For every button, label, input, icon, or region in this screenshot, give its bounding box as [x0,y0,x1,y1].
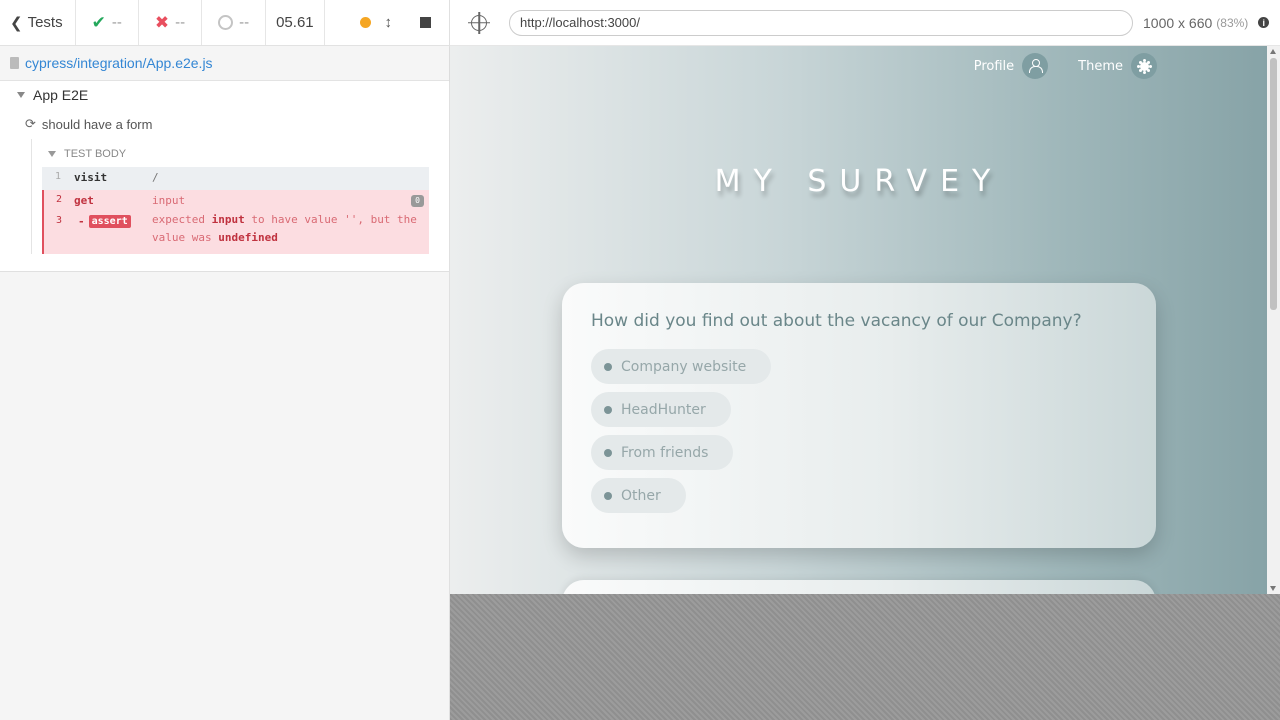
dash-marker: - [78,215,85,228]
user-icon [1029,59,1044,73]
option-label: Company website [621,358,747,375]
info-icon[interactable]: i [1258,17,1270,28]
command-name: visit [74,171,108,184]
command-message: / [152,171,159,184]
crosshair-icon[interactable] [471,14,487,31]
option-headhunter[interactable]: HeadHunter [591,392,731,427]
scroll-down-icon[interactable] [1270,586,1276,591]
test-title: should have a form [41,116,153,132]
app-topnav: Profile Theme [974,53,1157,79]
command-message: input [152,194,186,207]
pending-count: -- [202,0,267,45]
option-label: Other [621,487,661,504]
next-question-card [562,580,1156,594]
caret-down-icon [17,92,25,98]
viewport-scale: (83%) [1216,15,1249,30]
msg-part: undefined [218,231,278,244]
aut-panel: http://localhost:3000/ 1000 x 660 (83%) … [450,0,1280,720]
scroll-up-icon[interactable] [1270,49,1276,54]
radio-dot-icon [604,491,612,500]
viewport-info: 1000 x 660 (83%) i [1143,14,1270,31]
check-icon: ✔ [91,12,106,32]
passed-value: -- [111,14,122,31]
pending-value: -- [239,14,250,31]
command-list: 1 visit / 2 get input 0 3 - assert expec… [42,167,429,254]
back-label: Tests [27,14,63,31]
option-list: Company website HeadHunter From friends … [591,349,1127,521]
arrows-updown-icon[interactable]: ↕ [385,14,393,31]
radio-dot-icon [604,405,612,414]
element-count-badge: 0 [411,195,424,207]
sun-icon [1139,61,1149,71]
msg-part: expected [152,213,205,226]
test-row[interactable]: ⟳ should have a form [0,109,449,139]
refresh-icon: ⟳ [25,116,36,131]
dot-icon [359,17,371,28]
passed-count: ✔ -- [76,0,139,45]
circle-icon [218,15,234,30]
app-iframe: Profile Theme MY SURVEY How did you find… [450,46,1267,594]
question-card: How did you find out about the vacancy o… [562,283,1156,548]
command-number: 1 [54,171,62,182]
back-to-tests-button[interactable]: ❮ Tests [0,0,76,45]
failed-count: ✖ -- [139,0,203,45]
chevron-left-icon: ❮ [10,14,23,32]
test-body-label: TEST BODY [64,148,127,160]
theme-label: Theme [1078,58,1123,74]
run-controls: ↕ [325,0,449,45]
theme-toggle[interactable]: Theme [1078,53,1157,79]
url-field[interactable]: http://localhost:3000/ [509,9,1133,36]
reporter-header: ❮ Tests ✔ -- ✖ -- -- 05.61 ↕ [0,0,449,46]
runnable-list: App E2E ⟳ should have a form TEST BODY 1… [0,81,449,272]
command-row[interactable]: 3 - assert expected input to have value … [42,213,429,254]
theme-icon-wrap [1131,53,1157,79]
radio-dot-icon [604,448,612,457]
stop-icon[interactable] [420,17,431,28]
assert-tag: assert [88,215,131,228]
caret-down-icon [48,151,56,157]
command-name: get [74,194,94,207]
spec-link[interactable]: cypress/integration/App.e2e.js [25,55,213,71]
x-icon: ✖ [154,12,170,32]
profile-label: Profile [973,58,1015,74]
command-message: expected input to have value '', but the… [152,211,429,247]
scroll-thumb[interactable] [1270,58,1277,310]
page-title: MY SURVEY [714,164,1004,199]
url-bar: http://localhost:3000/ 1000 x 660 (83%) … [450,0,1280,46]
profile-link[interactable]: Profile [973,53,1049,79]
question-text: How did you find out about the vacancy o… [591,311,1082,331]
avatar [1022,53,1049,79]
duration: 05.61 [266,0,325,45]
option-from-friends[interactable]: From friends [591,435,734,470]
spec-path: cypress/integration/App.e2e.js [0,46,449,81]
test-body-header[interactable]: TEST BODY [42,143,429,165]
test-body: TEST BODY 1 visit / 2 get input 0 3 - as… [31,139,429,254]
file-icon [10,57,19,69]
msg-part: input [211,213,245,226]
command-row[interactable]: 1 visit / [42,167,429,190]
option-label: From friends [621,444,709,461]
suite-row[interactable]: App E2E [0,81,449,109]
command-row[interactable]: 2 get input 0 [42,190,429,213]
reporter-panel: ❮ Tests ✔ -- ✖ -- -- 05.61 ↕ cypress/int… [0,0,450,720]
radio-dot-icon [604,362,612,371]
command-number: 3 [55,215,63,226]
viewport-size: 1000 x 660 [1143,14,1213,31]
command-number: 2 [55,194,63,205]
suite-title: App E2E [33,87,89,103]
option-other[interactable]: Other [591,478,686,513]
option-company-website[interactable]: Company website [591,349,772,384]
app-scrollbar[interactable] [1267,46,1280,594]
failed-value: -- [175,14,186,31]
option-label: HeadHunter [621,401,706,418]
command-name: - assert [74,215,152,228]
